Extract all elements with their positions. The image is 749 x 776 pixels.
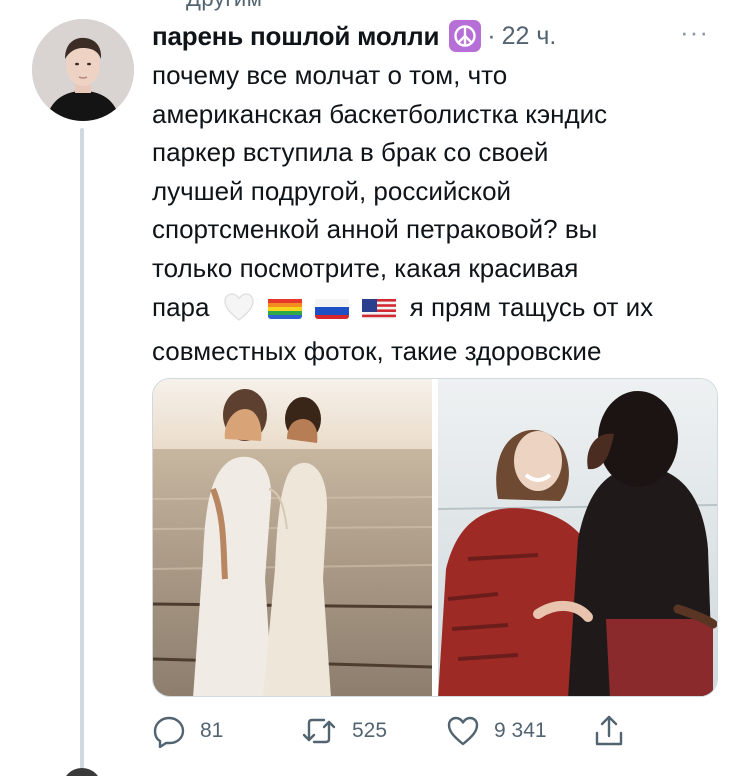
thread-connector-line bbox=[80, 128, 84, 776]
retweet-count: 525 bbox=[352, 719, 388, 742]
usa-flag-icon bbox=[362, 295, 397, 319]
rainbow-flag-icon bbox=[267, 295, 302, 319]
retweet-button[interactable]: 525 bbox=[300, 712, 387, 750]
tweet-text-line-emoji: пара я прям тащусь от их bbox=[152, 288, 712, 333]
russia-flag-icon bbox=[315, 295, 350, 319]
peace-symbol-icon bbox=[449, 20, 482, 52]
tweet-text-line: американская баскетболистка кэндис bbox=[152, 98, 608, 129]
tweet-page: Другим парень пошлой молли · 22 ч. ··· bbox=[0, 0, 749, 776]
tweet-text-line: почему все молчат о том, что bbox=[152, 60, 508, 90]
tweet-actions: 81 525 9 341 bbox=[152, 712, 652, 752]
share-button[interactable] bbox=[592, 712, 626, 750]
more-options-icon[interactable]: ··· bbox=[680, 19, 709, 45]
wedding-photo[interactable] bbox=[153, 379, 432, 696]
previous-tweet-text-fragment: Другим bbox=[186, 0, 262, 12]
tweet-text-line: спортсменкой анной петраковой? вы bbox=[152, 214, 598, 245]
display-name[interactable]: парень пошлой молли bbox=[152, 21, 439, 52]
heart-icon bbox=[447, 716, 479, 746]
next-tweet-avatar[interactable] bbox=[62, 768, 102, 776]
avatar[interactable] bbox=[32, 19, 134, 121]
tweet-text-fragment: пара bbox=[152, 291, 210, 322]
retweet-icon bbox=[302, 718, 336, 744]
reply-button[interactable]: 81 bbox=[152, 712, 223, 750]
share-icon bbox=[595, 715, 623, 746]
tweet-header: парень пошлой молли · 22 ч. bbox=[152, 16, 556, 56]
meta-separator: · bbox=[487, 21, 496, 50]
white-heart-icon bbox=[223, 292, 255, 333]
tweet-timestamp[interactable]: 22 ч. bbox=[502, 22, 557, 51]
like-button[interactable]: 9 341 bbox=[446, 712, 547, 750]
tweet-text-line: паркер вступила в брак со своей bbox=[152, 137, 549, 168]
tweet-text-line: только посмотрите, какая красивая bbox=[152, 252, 579, 283]
tweet-text-fragment: я прям тащусь от их bbox=[409, 291, 654, 322]
reply-count: 81 bbox=[200, 719, 224, 742]
hug-photo[interactable] bbox=[438, 379, 717, 696]
tweet-text-line: лучшей подругой, российской bbox=[152, 175, 512, 206]
like-count: 9 341 bbox=[494, 719, 547, 742]
tweet-body: почему все молчат о том, что американска… bbox=[152, 56, 712, 371]
tweet-media bbox=[152, 378, 718, 697]
reply-icon bbox=[153, 716, 185, 748]
tweet-text-line: совместных фоток, такие здоровские bbox=[152, 336, 602, 367]
